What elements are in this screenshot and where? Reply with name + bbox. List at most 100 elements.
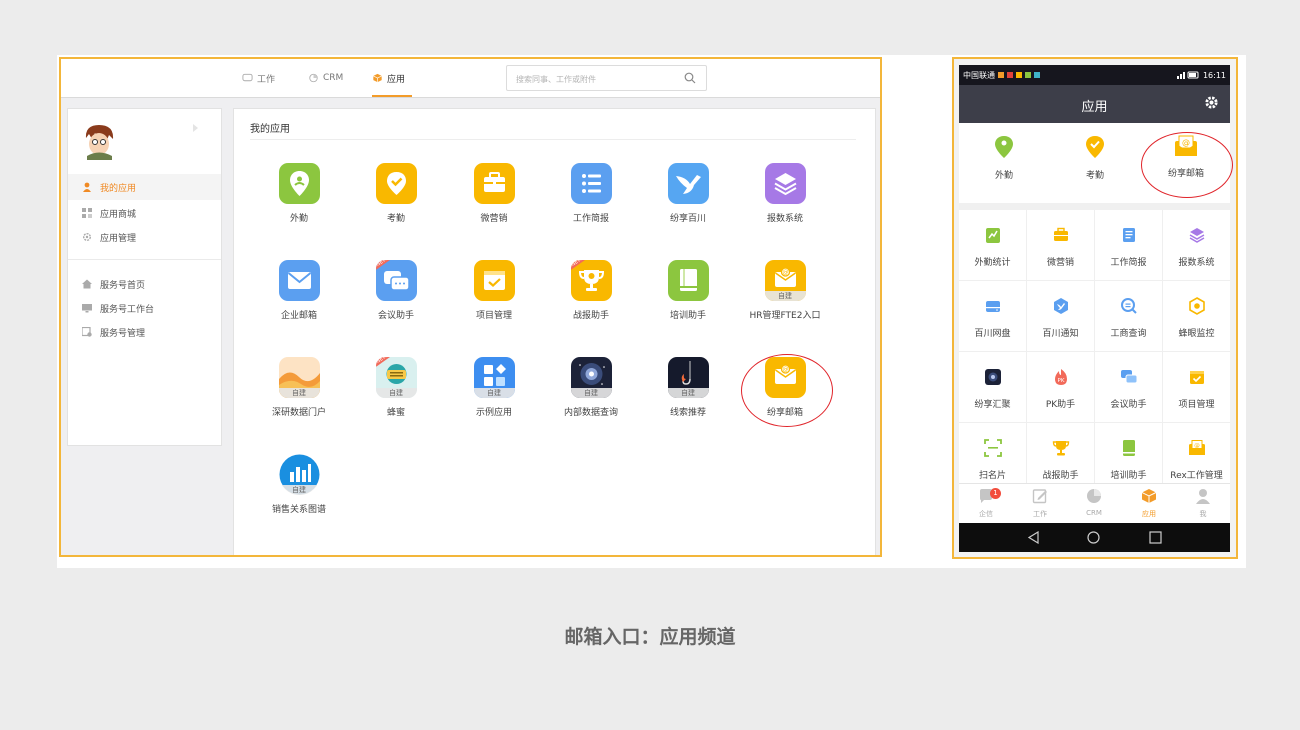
settings-gear-icon[interactable]: [1204, 95, 1219, 110]
person-icon: [83, 182, 91, 192]
tab-crm[interactable]: CRM: [1067, 488, 1121, 517]
grid-app-fengyan-jiankong[interactable]: 蜂眼监控: [1163, 281, 1230, 352]
bar-chart-icon: 自建: [278, 454, 320, 495]
shapes-icon: 自建: [473, 357, 515, 398]
tab-apps[interactable]: 应用: [1122, 488, 1176, 519]
tab-apps[interactable]: 应用: [372, 70, 405, 86]
grid-app-fenxiang-huiju[interactable]: 纷享汇聚: [959, 352, 1027, 423]
grid-app-huiyi-zhushou[interactable]: 会议助手: [1095, 352, 1163, 423]
app-baoshu[interactable]: 报数系统: [740, 163, 830, 224]
app-label: 示例应用: [475, 408, 512, 418]
grid-app-baichuan-wangpan[interactable]: 百川网盘: [959, 281, 1027, 352]
recents-icon[interactable]: [1149, 531, 1162, 544]
app-hr-fte2[interactable]: @ 自建 HR管理FTE2入口: [740, 260, 830, 321]
sidebar-item-app-store[interactable]: 应用商城: [68, 200, 221, 226]
pie-icon: [1087, 489, 1101, 503]
app-gongzuojianbao[interactable]: 工作简报: [546, 163, 636, 224]
app-list: 外勤 考勤 @ 纷享邮箱 外勤统计 微营销 工作简报 报数系统 百川网盘 百川通…: [959, 123, 1233, 494]
top-app-kaoqin[interactable]: 考勤: [1055, 135, 1135, 181]
sidebar-item-service-home[interactable]: 服务号首页: [68, 271, 221, 297]
collapse-arrow-icon[interactable]: [192, 123, 199, 133]
app-label: 报数系统: [1178, 258, 1215, 268]
top-app-waiqin[interactable]: 外勤: [964, 135, 1044, 181]
sidebar-item-label: 服务号首页: [100, 280, 146, 291]
app-peixun-zhushou[interactable]: 培训助手: [643, 260, 733, 321]
app-label: 蜂眼监控: [1178, 329, 1215, 339]
back-icon[interactable]: [1027, 531, 1040, 544]
app-label: 会议助手: [1110, 400, 1147, 410]
notification-icon: [1034, 72, 1040, 78]
app-fengmi[interactable]: NEW 自建 蜂蜜: [351, 357, 441, 418]
tab-me[interactable]: 我: [1176, 488, 1230, 519]
mail-at-icon: @ 自建: [764, 260, 806, 301]
tab-crm[interactable]: CRM: [308, 70, 343, 86]
tab-work[interactable]: 工作: [1013, 488, 1067, 519]
grid-app-gongshang-chaxun[interactable]: 工商查询: [1095, 281, 1163, 352]
highlight-circle: [741, 354, 833, 427]
bird-icon: [667, 163, 709, 204]
desktop-app-window: 工作 CRM 应用 搜索同事、工作或附件 我的应用 应用商城 应用管理 服务号首…: [59, 57, 882, 557]
app-label: 内部数据查询: [563, 408, 618, 418]
app-shenyan-portal[interactable]: 自建 深研数据门户: [254, 357, 344, 418]
mobile-app-screen: 中国联通 16:11 应用 外勤 考勤 @ 纷享邮箱 外勤统计 微营销 工作简报…: [952, 57, 1238, 559]
sidebar-divider: [68, 259, 221, 260]
tab-work[interactable]: 工作: [242, 70, 275, 86]
calendar-check-icon: [473, 260, 515, 301]
location-icon: [278, 163, 320, 204]
sidebar-item-label: 服务号工作台: [100, 304, 155, 315]
clock-label: 16:11: [1202, 70, 1226, 80]
app-label: 微营销: [480, 214, 508, 224]
app-kaoqin[interactable]: 考勤: [351, 163, 441, 224]
home-icon[interactable]: [1087, 531, 1100, 544]
grid-app-baoshu[interactable]: 报数系统: [1163, 210, 1230, 281]
app-xiangmu-guanli[interactable]: 项目管理: [449, 260, 539, 321]
sidebar-item-service-workbench[interactable]: 服务号工作台: [68, 295, 221, 321]
sidebar-item-my-apps[interactable]: 我的应用: [68, 174, 221, 200]
highlight-circle: [1141, 132, 1233, 198]
app-xiansuo-tuijian[interactable]: 自建 线索推荐: [643, 357, 733, 418]
app-label: 百川通知: [1042, 329, 1079, 339]
avatar[interactable]: [81, 122, 118, 160]
app-weiyingxiao[interactable]: 微营销: [449, 163, 539, 224]
grid-app-waiqin-tongji[interactable]: 外勤统计: [959, 210, 1027, 281]
bird-icon: [1053, 298, 1068, 314]
edit-icon: [1032, 489, 1047, 504]
app-xiaoshou-tupu[interactable]: 自建 销售关系图谱: [254, 454, 344, 515]
search-icon[interactable]: [684, 72, 696, 84]
self-built-tag: 自建: [764, 291, 806, 301]
app-huiyi-zhushou[interactable]: NEW 会议助手: [351, 260, 441, 321]
app-label: 战报助手: [572, 311, 609, 321]
section-title: 我的应用: [250, 124, 290, 135]
app-grid-panel: 我的应用 外勤 考勤 微营销 工作简报 纷享百川 报数系统 企业邮箱 NEW 会…: [233, 108, 876, 555]
tab-qixin[interactable]: 企信 1: [959, 488, 1013, 519]
book-icon: [667, 260, 709, 301]
search-input[interactable]: 搜索同事、工作或附件: [506, 65, 707, 91]
app-zhanbao-zhushou[interactable]: NEW 战报助手: [546, 260, 636, 321]
layers-icon: [1189, 228, 1204, 243]
app-qiye-youxiang[interactable]: 企业邮箱: [254, 260, 344, 321]
tab-label: 企信: [979, 510, 993, 518]
app-label: HR管理FTE2入口: [749, 311, 821, 321]
svg-text:@: @: [782, 269, 788, 276]
app-label: 微营销: [1046, 258, 1074, 268]
app-label: 扫名片: [978, 471, 1006, 481]
app-waiqin[interactable]: 外勤: [254, 163, 344, 224]
scan-icon: [983, 439, 1002, 457]
android-nav-bar: [959, 523, 1230, 552]
fish-hook-icon: 自建: [667, 357, 709, 398]
app-baichuan[interactable]: 纷享百川: [643, 163, 733, 224]
grid-app-baichuan-tongzhi[interactable]: 百川通知: [1027, 281, 1095, 352]
grid-app-pk-zhushou[interactable]: PK PK助手: [1027, 352, 1095, 423]
app-neibu-shuju[interactable]: 自建 内部数据查询: [546, 357, 636, 418]
sidebar-item-service-manage[interactable]: 服务号管理: [68, 319, 221, 345]
tab-label: 工作: [257, 74, 276, 85]
sidebar-item-app-manage[interactable]: 应用管理: [68, 224, 221, 250]
sidebar: 我的应用 应用商城 应用管理 服务号首页 服务号工作台 服务号管理: [67, 108, 222, 446]
grid-app-gongzuojianbao[interactable]: 工作简报: [1095, 210, 1163, 281]
app-shili[interactable]: 自建 示例应用: [449, 357, 539, 418]
app-label: Rex工作管理: [1170, 471, 1223, 481]
grid-app-xiangmu-guanli[interactable]: 项目管理: [1163, 352, 1230, 423]
slide-caption: 邮箱入口：应用频道: [564, 626, 736, 648]
cube-icon: [373, 73, 382, 83]
grid-app-weiyingxiao[interactable]: 微营销: [1027, 210, 1095, 281]
